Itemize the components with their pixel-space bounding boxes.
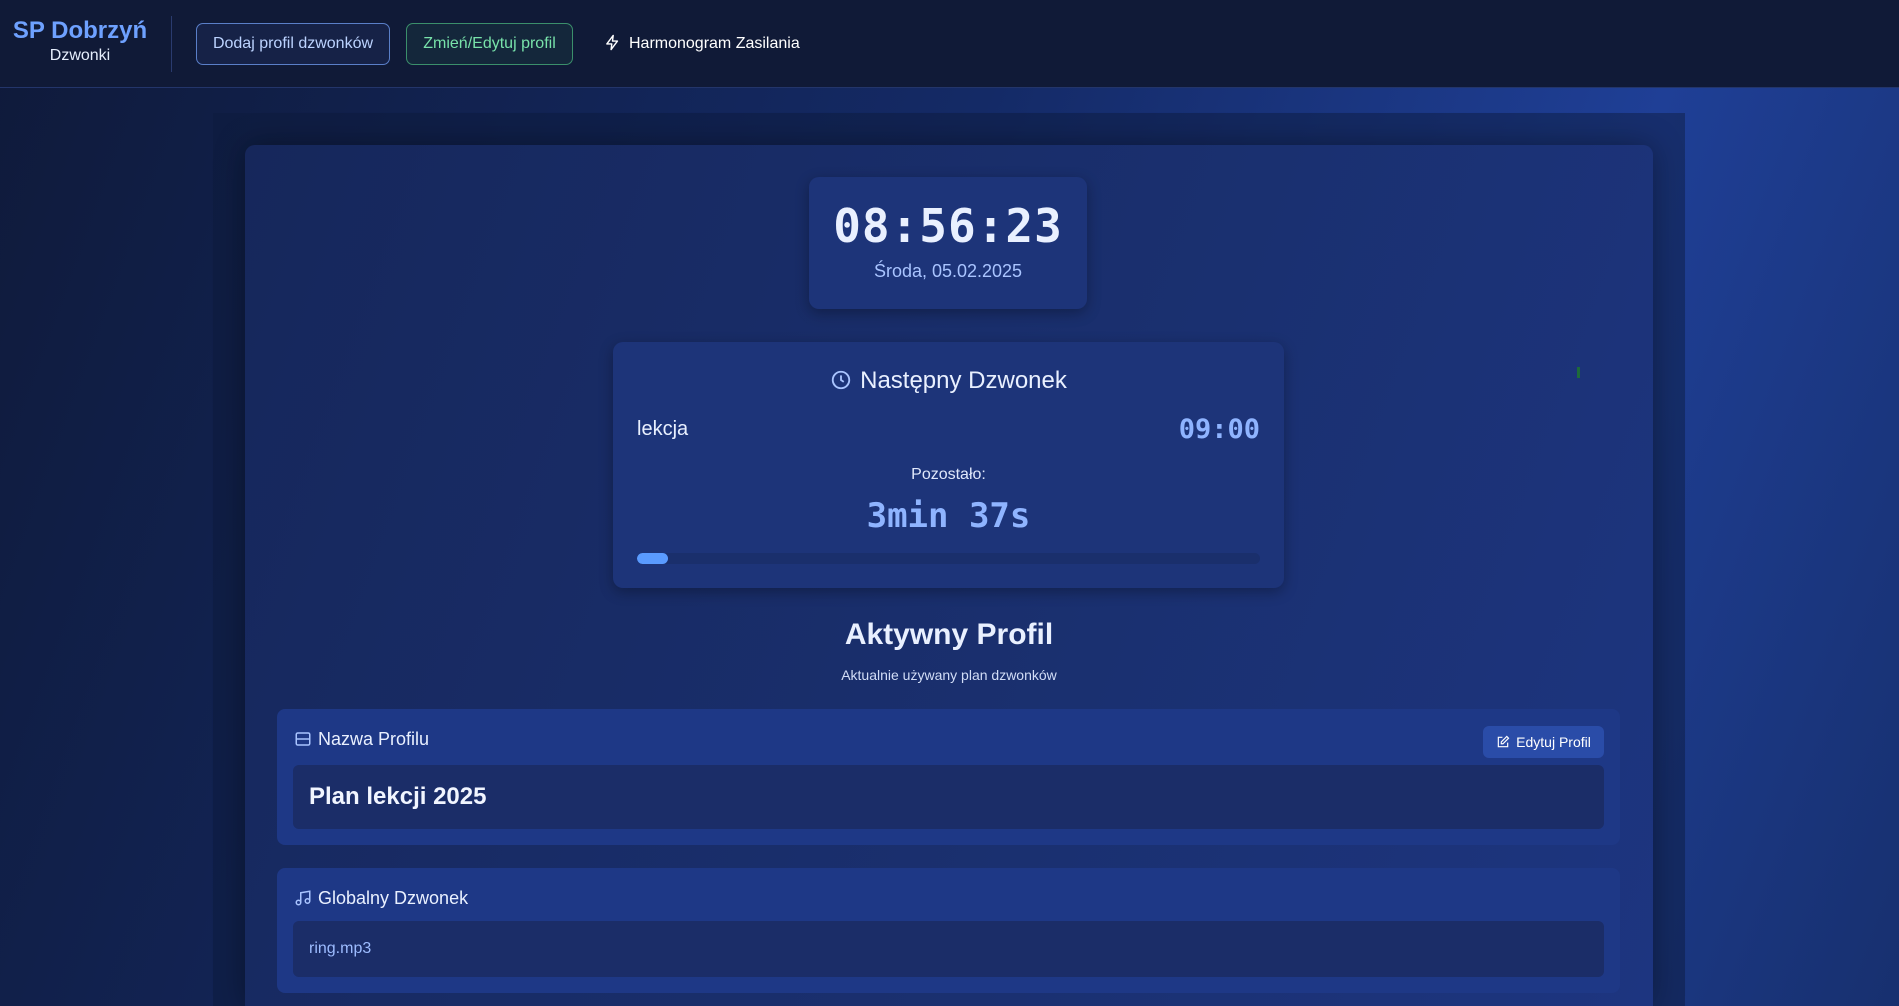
add-bell-profile-button[interactable]: Dodaj profil dzwonków [196, 23, 390, 65]
edit-active-profile-label: Edytuj Profil [1516, 734, 1591, 750]
server-icon [295, 732, 311, 746]
header-divider [171, 16, 172, 72]
brand[interactable]: SP Dobrzyń Dzwonki [12, 16, 148, 66]
status-marker [1577, 367, 1580, 378]
profile-name-heading: Nazwa Profilu [294, 729, 429, 750]
remaining-label: Pozostało: [911, 466, 986, 483]
lightning-icon [606, 34, 619, 51]
profile-name-heading-text: Nazwa Profilu [318, 729, 430, 749]
edit-profile-button[interactable]: Zmień/Edytuj profil [406, 23, 573, 65]
bell-progress-fill [637, 553, 669, 564]
global-bell-heading-text: Globalny Dzwonek [318, 888, 469, 908]
active-profile-subtitle: Aktualnie używany plan dzwonków [841, 667, 1057, 683]
remaining-countdown: 3min 37s [866, 496, 1031, 536]
music-note-icon [295, 890, 311, 906]
active-profile-title: Aktywny Profil [844, 618, 1054, 651]
clock-card: 08:56:23 Środa, 05.02.2025 [809, 177, 1087, 309]
current-date: Środa, 05.02.2025 [873, 261, 1023, 281]
profile-name-card: Nazwa Profilu Edytuj Profil Plan lekcji … [277, 709, 1620, 845]
power-schedule-link[interactable]: Harmonogram Zasilania [604, 23, 800, 65]
clock-icon [831, 370, 851, 389]
global-bell-card: Globalny Dzwonek ring.mp3 [277, 868, 1620, 993]
brand-title: SP Dobrzyń [12, 17, 148, 44]
next-bell-heading: Następny Dzwonek [613, 366, 1284, 396]
top-navbar: SP Dobrzyń Dzwonki Dodaj profil dzwonków… [0, 0, 1899, 88]
brand-subtitle: Dzwonki [49, 47, 111, 64]
next-bell-card: Następny Dzwonek lekcja 09:00 Pozostało:… [613, 342, 1284, 588]
edit-active-profile-button[interactable]: Edytuj Profil [1483, 726, 1604, 758]
next-bell-heading-text: Następny Dzwonek [860, 367, 1067, 394]
global-bell-file: ring.mp3 [293, 921, 1604, 977]
edit-icon [1497, 735, 1510, 748]
next-bell-time: 09:00 [1178, 414, 1260, 445]
global-bell-heading: Globalny Dzwonek [294, 888, 468, 909]
profile-name-value: Plan lekcji 2025 [293, 765, 1604, 829]
current-time: 08:56:23 [833, 199, 1063, 253]
bell-progress-bar [637, 553, 1260, 564]
next-bell-label: lekcja [637, 418, 689, 440]
power-schedule-label: Harmonogram Zasilania [629, 35, 800, 52]
